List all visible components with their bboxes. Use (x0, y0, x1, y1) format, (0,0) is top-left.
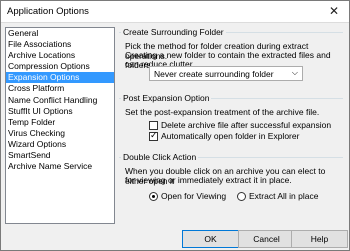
help-button[interactable]: Help (291, 230, 348, 248)
double-click-title: Double Click Action (121, 152, 199, 162)
delete-archive-label[interactable]: Delete archive file after successful exp… (161, 120, 331, 130)
open-folder-checkbox[interactable]: ✓ (149, 130, 158, 141)
sidebar-item-archive-name-service[interactable]: Archive Name Service (6, 161, 114, 172)
sidebar-item-wizard-options[interactable]: Wizard Options (6, 139, 114, 150)
sidebar-item-name-conflict-handling[interactable]: Name Conflict Handling (6, 95, 114, 106)
extract-in-place-radio[interactable] (237, 192, 246, 201)
checkmark-icon: ✓ (150, 130, 158, 140)
open-for-viewing-radio[interactable] (149, 192, 158, 201)
title-bar: Application Options ✕ (1, 1, 349, 23)
sidebar-item-stuffit-ui-options[interactable]: StuffIt UI Options (6, 106, 114, 117)
sidebar-item-temp-folder[interactable]: Temp Folder (6, 117, 114, 128)
extract-in-place-label[interactable]: Extract All in place (249, 191, 318, 201)
sidebar-item-expansion-options[interactable]: Expansion Options (6, 72, 114, 84)
open-for-viewing-label[interactable]: Open for Viewing (161, 191, 226, 201)
window-title: Application Options (7, 6, 89, 17)
sidebar-item-archive-locations[interactable]: Archive Locations (6, 50, 114, 61)
surrounding-folder-select[interactable]: Never create surrounding folder ⌵ (149, 66, 303, 81)
open-folder-label[interactable]: Automatically open folder in Explorer (161, 131, 299, 141)
surrounding-folder-title: Create Surrounding Folder (121, 27, 226, 37)
double-click-description-2: for viewing or immediately extract it in… (125, 175, 292, 185)
delete-archive-checkbox[interactable] (149, 121, 158, 130)
sidebar-item-virus-checking[interactable]: Virus Checking (6, 128, 114, 139)
sidebar-item-cross-platform[interactable]: Cross Platform (6, 83, 114, 94)
surrounding-folder-select-value: Never create surrounding folder (154, 69, 274, 79)
radio-selected-dot (152, 195, 155, 198)
ok-button[interactable]: OK (182, 230, 239, 248)
close-icon[interactable]: ✕ (319, 1, 349, 22)
sidebar-item-general[interactable]: General (6, 28, 114, 39)
sidebar-item-file-associations[interactable]: File Associations (6, 39, 114, 50)
chevron-down-icon: ⌵ (291, 68, 298, 77)
options-dialog: Application Options ✕ General File Assoc… (0, 0, 350, 251)
sidebar-item-compression-options[interactable]: Compression Options (6, 61, 114, 72)
post-expansion-description: Set the post-expansion treatment of the … (125, 107, 320, 117)
cancel-button[interactable]: Cancel (238, 230, 295, 248)
post-expansion-title: Post Expansion Option (121, 93, 212, 103)
options-category-list[interactable]: General File Associations Archive Locati… (5, 27, 115, 224)
sidebar-item-smartsend[interactable]: SmartSend (6, 150, 114, 161)
